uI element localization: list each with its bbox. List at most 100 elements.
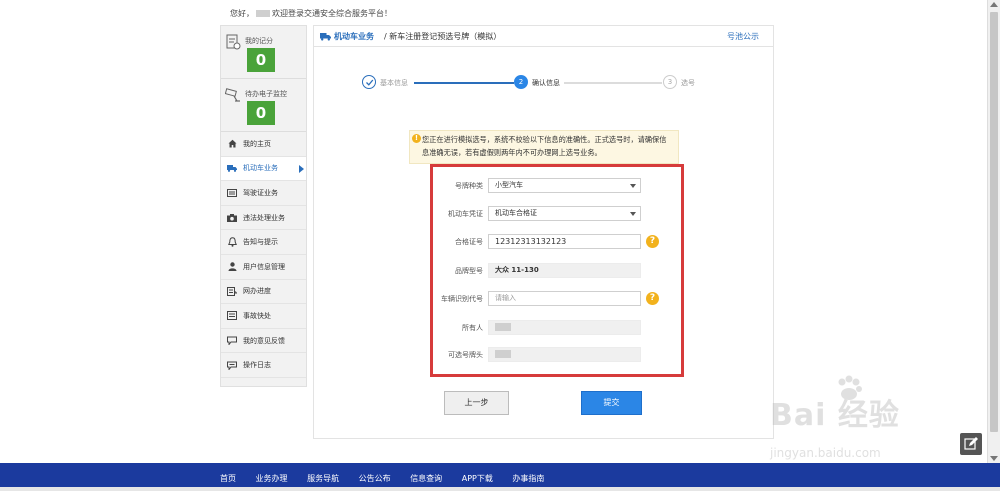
sidebar-item-violations[interactable]: 违法处理业务	[221, 206, 306, 231]
sidebar-item-user-info[interactable]: 用户信息管理	[221, 255, 306, 280]
scroll-up-icon[interactable]	[990, 2, 998, 7]
owner-row: 所有人	[434, 320, 654, 336]
surveillance-camera-icon	[225, 88, 240, 102]
welcome-text: 欢迎登录交通安全综合服务平台！	[272, 9, 392, 18]
greeting-text: 您好，	[230, 9, 254, 18]
sidebar-item-vehicle[interactable]: 机动车业务	[221, 156, 306, 182]
progress-icon	[227, 286, 237, 296]
sidebar-item-license[interactable]: 驾驶证业务	[221, 181, 306, 206]
cert-no-label: 合格证号	[455, 238, 483, 246]
sidebar-item-label: 驾驶证业务	[243, 188, 278, 197]
score-label: 我的记分	[245, 37, 273, 45]
help-icon[interactable]: ?	[646, 235, 659, 248]
plate-type-value: 小型汽车	[495, 181, 523, 189]
sidebar-item-accident[interactable]: 事故快处	[221, 304, 306, 329]
model-row: 品牌型号 大众 11-130	[434, 263, 654, 279]
warning-icon: !	[412, 134, 421, 143]
plate-prefix-label: 可选号牌头	[448, 351, 483, 359]
section-title[interactable]: 机动车业务	[334, 31, 374, 42]
redacted-username	[256, 10, 270, 17]
watermark-text: Bai 经验	[770, 398, 900, 433]
redacted-plate-prefix	[495, 350, 511, 358]
baidu-watermark: Bai 经验 jingyan.baidu.com	[764, 372, 944, 467]
sidebar: 我的记分 0 待办电子监控 0 我的主页 机动车业务 驾驶证业务 违法处理业务 …	[220, 25, 307, 387]
sidebar-item-log[interactable]: 操作日志	[221, 353, 306, 378]
back-button[interactable]: 上一步	[444, 391, 509, 415]
footer-link-announcements[interactable]: 公告公布	[359, 474, 391, 483]
step-connector-pending	[564, 82, 662, 84]
camera-icon	[227, 213, 237, 223]
active-arrow-icon	[299, 164, 304, 173]
score-panel[interactable]: 我的记分 0	[221, 26, 306, 79]
chevron-down-icon	[630, 184, 636, 188]
document-score-icon	[226, 34, 241, 50]
score-value: 0	[247, 48, 275, 72]
scrollbar-thumb[interactable]	[990, 12, 998, 432]
footer-link-services[interactable]: 业务办理	[256, 474, 288, 483]
accident-icon	[227, 311, 237, 321]
sidebar-item-label: 我的意见反馈	[243, 336, 285, 345]
footer-link-guide[interactable]: 办事指南	[512, 474, 544, 483]
sidebar-item-label: 网办进度	[243, 287, 271, 296]
sidebar-item-feedback[interactable]: 我的意见反馈	[221, 329, 306, 354]
violations-panel[interactable]: 待办电子监控 0	[221, 79, 306, 132]
plate-type-row: 号牌种类 小型汽车	[434, 178, 654, 194]
notice-text: 您正在进行模拟选号，系统不校验以下信息的准确性。正式选号时，请确保信息准确无误，…	[422, 135, 667, 157]
plate-prefix-value	[488, 347, 641, 362]
edit-icon	[964, 437, 978, 450]
help-icon[interactable]: ?	[646, 292, 659, 305]
vehicle-doc-select[interactable]: 机动车合格证	[488, 206, 641, 221]
cert-no-row: 合格证号 12312313132123 ?	[434, 234, 659, 250]
warning-notice: ! 您正在进行模拟选号，系统不校验以下信息的准确性。正式选号时，请确保信息准确无…	[409, 130, 679, 164]
owner-label: 所有人	[462, 324, 483, 332]
violations-value: 0	[247, 101, 275, 125]
footer-link-navigation[interactable]: 服务导航	[307, 474, 339, 483]
home-icon	[227, 139, 237, 149]
redacted-owner	[495, 323, 511, 331]
model-value: 大众 11-130	[488, 263, 641, 278]
scroll-down-icon[interactable]	[990, 456, 998, 461]
footer-link-query[interactable]: 信息查询	[410, 474, 442, 483]
plate-pool-link[interactable]: 号池公示	[727, 31, 759, 42]
sidebar-item-label: 我的主页	[243, 139, 271, 148]
step-3-circle: 3	[663, 75, 677, 89]
footer-bar: 首页 业务办理 服务导航 公告公布 信息查询 APP下载 办事指南	[0, 463, 1000, 491]
page-title: / 新车注册登记预选号牌（模拟）	[384, 32, 502, 41]
user-icon	[227, 262, 237, 272]
vin-row: 车辆识别代号 请输入 ?	[434, 291, 659, 307]
step-2-circle: 2	[514, 75, 528, 89]
vin-label: 车辆识别代号	[441, 295, 483, 303]
footer-link-app[interactable]: APP下载	[462, 474, 493, 483]
vehicle-doc-row: 机动车凭证 机动车合格证	[434, 206, 654, 222]
page-scrollbar[interactable]	[987, 0, 1000, 463]
truck-icon	[320, 33, 331, 41]
owner-value	[488, 320, 641, 335]
watermark-url: jingyan.baidu.com	[770, 446, 881, 460]
footer-link-home[interactable]: 首页	[220, 474, 236, 483]
violations-label: 待办电子监控	[245, 90, 287, 98]
plate-type-select[interactable]: 小型汽车	[488, 178, 641, 193]
chevron-down-icon	[630, 212, 636, 216]
step-3-label: 选号	[681, 79, 695, 87]
sidebar-item-label: 机动车业务	[243, 164, 278, 173]
step-connector-done	[414, 82, 514, 84]
footer-nav: 首页 业务办理 服务导航 公告公布 信息查询 APP下载 办事指南	[220, 473, 561, 484]
step-done-check-icon	[362, 75, 376, 89]
feedback-icon	[227, 336, 237, 346]
sidebar-item-label: 违法处理业务	[243, 213, 285, 222]
panel-header: 机动车业务 / 新车注册登记预选号牌（模拟） 号池公示	[314, 26, 773, 47]
sidebar-item-label: 操作日志	[243, 361, 271, 370]
truck-icon	[227, 163, 237, 173]
edit-feedback-button[interactable]	[960, 433, 982, 455]
sidebar-item-notices[interactable]: 告知与提示	[221, 230, 306, 255]
cert-no-input[interactable]: 12312313132123	[488, 234, 641, 249]
log-icon	[227, 360, 237, 370]
submit-button[interactable]: 提交	[581, 391, 642, 415]
main-panel: 机动车业务 / 新车注册登记预选号牌（模拟） 号池公示 基本信息 2 确认信息 …	[313, 25, 774, 439]
step-2-label: 确认信息	[532, 79, 560, 87]
sidebar-item-home[interactable]: 我的主页	[221, 132, 306, 157]
sidebar-item-progress[interactable]: 网办进度	[221, 280, 306, 305]
welcome-message: 您好， 欢迎登录交通安全综合服务平台！	[230, 8, 392, 19]
progress-stepper: 基本信息 2 确认信息 3 选号	[362, 75, 722, 93]
vin-input[interactable]: 请输入	[488, 291, 641, 306]
